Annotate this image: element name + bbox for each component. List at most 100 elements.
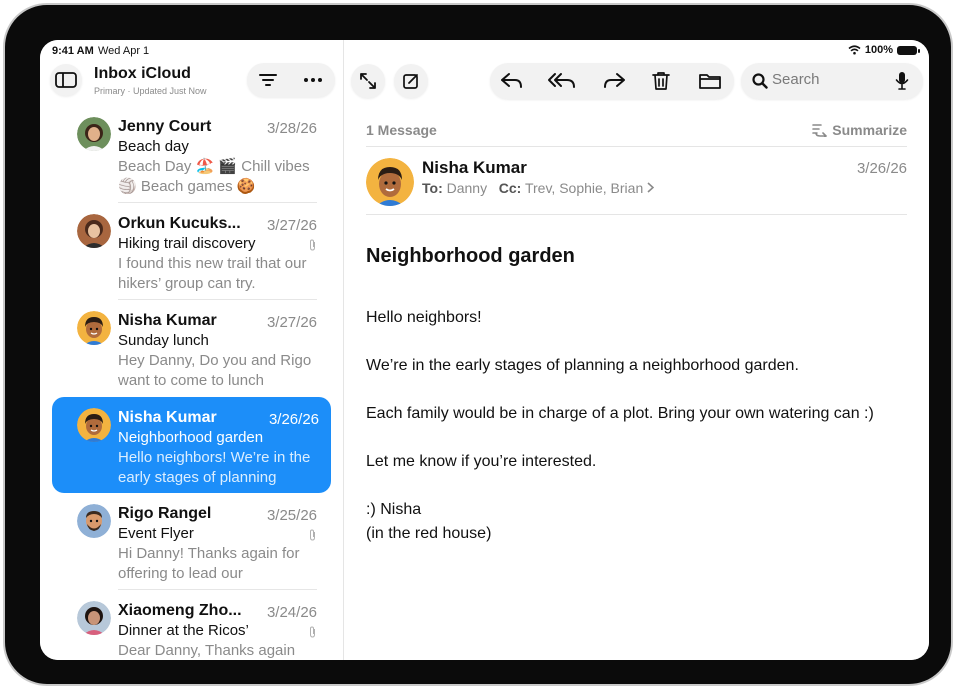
- mailbox-subtitle: Primary · Updated Just Now: [94, 86, 207, 96]
- status-indicators: 100%: [848, 44, 920, 56]
- filter-button[interactable]: [255, 68, 281, 92]
- message-sender: Nisha Kumar: [118, 409, 217, 426]
- message-list-item[interactable]: Jenny Court 3/28/26 Beach day Beach Day 🏖️ …: [40, 106, 343, 203]
- message-list-item[interactable]: Orkun Kucuks... 3/27/26 Hiking trail disco…: [40, 203, 343, 300]
- battery-icon: [897, 45, 920, 55]
- avatar-jenny: [77, 117, 111, 151]
- message-preview: I found this new trail that our hikers’ …: [118, 255, 307, 292]
- message-subject: Hiking trail discovery: [118, 235, 256, 252]
- reply-button[interactable]: [498, 68, 526, 94]
- message-list-item[interactable]: Xiaomeng Zho... 3/24/26 Dinner at the Rico…: [40, 590, 343, 660]
- message-subject: Dinner at the Ricos’: [118, 622, 249, 639]
- message-list-item[interactable]: Rigo Rangel 3/25/26 Event Flyer Hi Danny! T…: [40, 493, 343, 590]
- body-line: Each family would be in charge of a plot…: [366, 405, 874, 422]
- screen: 9:41 AM Wed Apr 1 Inbox iCloud Primary ·…: [40, 40, 929, 660]
- ellipsis-icon: [304, 78, 322, 82]
- status-bar-right: 100%: [344, 40, 929, 62]
- avatar-rigo: [77, 504, 111, 538]
- summarize-button[interactable]: Summarize: [812, 122, 907, 138]
- body-line: We’re in the early stages of planning a …: [366, 357, 799, 374]
- search-icon: [750, 71, 770, 91]
- body-line: (in the red house): [366, 525, 492, 542]
- message-date: 3/27/26: [266, 217, 317, 234]
- message-count: 1 Message: [366, 122, 437, 138]
- more-button[interactable]: [300, 68, 326, 92]
- ipad-frame: 9:41 AM Wed Apr 1 Inbox iCloud Primary ·…: [3, 3, 953, 686]
- trash-icon: [652, 72, 670, 90]
- message-date: 3/26/26: [856, 160, 907, 177]
- reply-all-icon: [548, 73, 575, 88]
- body-line: :) Nisha: [366, 501, 422, 518]
- dictation-button[interactable]: [891, 70, 913, 92]
- to-label: To:: [422, 180, 443, 196]
- recipients[interactable]: To: Danny Cc: Trev, Sophie, Brian: [422, 180, 655, 196]
- avatar-nisha: [77, 408, 111, 442]
- message-date: 3/27/26: [266, 314, 317, 331]
- message-sender: Orkun Kucuks...: [118, 215, 241, 232]
- sender-avatar[interactable]: [366, 158, 414, 206]
- wifi-icon: [848, 45, 861, 55]
- paperclip-icon: [308, 529, 317, 544]
- folder-icon: [699, 74, 721, 89]
- body-line: Hello neighbors!: [366, 309, 482, 326]
- message-subject: Sunday lunch: [118, 332, 209, 349]
- mailbox-sidebar: 9:41 AM Wed Apr 1 Inbox iCloud Primary ·…: [40, 40, 344, 660]
- message-preview: Beach Day 🏖️ 🎬 Chill vibes 🏐 Beach games…: [118, 158, 310, 195]
- message-subject: Beach day: [118, 138, 189, 155]
- status-date: Wed Apr 1: [98, 45, 150, 57]
- message-list-item[interactable]: Nisha Kumar 3/27/26 Sunday lunch Hey Danny,…: [40, 300, 343, 397]
- message-sender: Rigo Rangel: [118, 505, 212, 522]
- message-date: 3/24/26: [266, 604, 317, 621]
- microphone-icon: [895, 72, 909, 90]
- message-subject: Neighborhood garden: [366, 245, 575, 267]
- move-to-folder-button[interactable]: [695, 68, 725, 94]
- message-date: 3/25/26: [266, 507, 317, 524]
- avatar-orkun: [77, 214, 111, 248]
- cc-label: Cc:: [498, 180, 522, 196]
- message-preview: Hello neighbors! We’re in the early stag…: [118, 449, 311, 486]
- sidebar-toggle-button[interactable]: [50, 64, 82, 96]
- message-date: 3/26/26: [268, 411, 319, 428]
- message-preview: Dear Danny, Thanks again: [118, 642, 296, 659]
- avatar-xiaomeng: [77, 601, 111, 635]
- search-input[interactable]: Search: [772, 71, 820, 88]
- divider: [366, 146, 907, 147]
- expand-icon: [360, 73, 376, 89]
- message-body: Hello neighbors! We’re in the early stag…: [366, 306, 874, 546]
- sidebar-icon: [55, 72, 77, 88]
- compose-button[interactable]: [394, 64, 428, 98]
- sender-name[interactable]: Nisha Kumar: [422, 158, 527, 178]
- message-subject: Neighborhood garden: [118, 429, 264, 446]
- forward-icon: [604, 73, 625, 88]
- message-sender: Nisha Kumar: [118, 312, 217, 329]
- message-list: Jenny Court 3/28/26 Beach day Beach Day 🏖️ …: [40, 106, 343, 660]
- paperclip-icon: [308, 626, 317, 641]
- to-value: Danny: [446, 180, 488, 196]
- message-preview: Hi Danny! Thanks again for offering to l…: [118, 545, 300, 582]
- paperclip-icon: [308, 239, 317, 254]
- message-subject: Event Flyer: [118, 525, 194, 542]
- reply-all-button[interactable]: [545, 68, 579, 94]
- message-date: 3/28/26: [266, 120, 317, 137]
- divider: [366, 214, 907, 215]
- body-line: Let me know if you’re interested.: [366, 453, 597, 470]
- message-preview: Hey Danny, Do you and Rigo want to come …: [118, 352, 312, 389]
- reply-icon: [501, 73, 522, 88]
- chevron-right-icon: [647, 182, 655, 193]
- summarize-icon: [812, 124, 828, 137]
- status-bar: 9:41 AM Wed Apr 1: [40, 40, 343, 62]
- trash-button[interactable]: [648, 68, 674, 94]
- message-sender: Xiaomeng Zho...: [118, 602, 242, 619]
- message-sender: Jenny Court: [118, 118, 212, 135]
- filter-icon: [259, 74, 277, 86]
- avatar-nisha: [77, 311, 111, 345]
- summarize-label: Summarize: [832, 122, 907, 138]
- avatar-nisha: [366, 158, 414, 206]
- forward-button[interactable]: [600, 68, 628, 94]
- mailbox-title: Inbox iCloud: [94, 65, 191, 82]
- message-list-item[interactable]: Nisha Kumar 3/26/26 Neighborhood garden Hel…: [52, 397, 331, 493]
- battery-percent: 100%: [864, 44, 893, 56]
- expand-button[interactable]: [351, 64, 385, 98]
- cc-value: Trev, Sophie, Brian: [524, 180, 644, 196]
- compose-icon: [403, 74, 418, 89]
